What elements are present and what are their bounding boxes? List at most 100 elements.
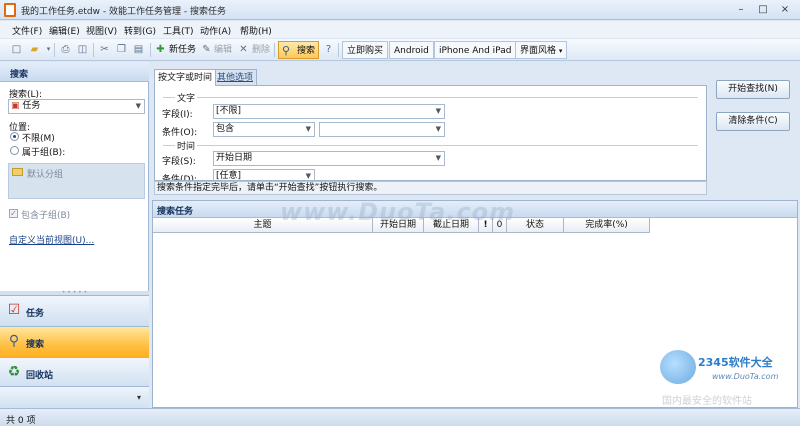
help-icon[interactable]: ? <box>322 43 335 56</box>
nav-search-button[interactable]: ⚲ 搜索 <box>0 326 149 357</box>
menu-goto[interactable]: 转到(G) <box>124 24 156 37</box>
new-task-icon: ✚ <box>156 44 165 55</box>
nav-search-label: 搜索 <box>26 340 45 350</box>
window-title: 我的工作任务.etdw - 效能工作任务管理 - 搜索任务 <box>21 7 226 17</box>
group-list-item[interactable]: 默认分组 <box>27 167 63 180</box>
search-results-panel: 搜索任务 主题 开始日期 截止日期 ! 0 状态 完成率(%) <box>152 200 798 408</box>
delete-button[interactable]: 删除 <box>252 41 270 59</box>
column-status[interactable]: 状态 <box>507 218 564 233</box>
nav-recycle-label: 回收站 <box>26 371 54 381</box>
maximize-icon[interactable]: □ <box>752 2 774 17</box>
close-icon[interactable]: × <box>774 2 796 17</box>
watermark-url: www.DuoTa.com <box>712 372 779 381</box>
title-bar: 我的工作任务.etdw - 效能工作任务管理 - 搜索任务 – □ × <box>0 0 800 20</box>
group-list[interactable]: 默认分组 <box>8 163 145 199</box>
chevron-down-icon: ▼ <box>435 125 441 133</box>
search-in-value: 任务 <box>22 101 41 111</box>
recycle-icon: ♻ <box>7 364 21 380</box>
chevron-down-icon: ▾ <box>136 393 141 402</box>
task-clipboard-icon: ☑ <box>7 302 21 318</box>
print-icon[interactable]: ⎙ <box>59 43 72 56</box>
minimize-icon[interactable]: – <box>730 2 752 17</box>
menu-file[interactable]: 文件(F) <box>12 24 42 37</box>
cut-icon[interactable]: ✂ <box>98 43 111 56</box>
search-in-select[interactable]: ▣ 任务 ▼ <box>8 99 145 114</box>
menu-help[interactable]: 帮助(H) <box>240 24 272 37</box>
ui-style-label: 界面风格 <box>520 46 557 56</box>
buy-now-button[interactable]: 立即购买 <box>342 41 389 59</box>
text-condition-label: 条件(O): <box>162 128 198 138</box>
search-button-label: 搜索 <box>297 46 316 56</box>
text-field-label: 字段(I): <box>162 110 193 120</box>
include-subgroups-checkbox[interactable]: ✓ <box>9 209 18 218</box>
radio-no-group[interactable] <box>10 132 19 141</box>
folder-icon <box>12 168 23 176</box>
section-divider <box>163 145 698 146</box>
left-panel: 搜索 搜索(L): ▣ 任务 ▼ 位置: 不限(M) 属于组(B): 默认分组 … <box>0 62 149 408</box>
search-button[interactable]: ⚲ 搜索 <box>278 41 320 59</box>
time-condition-value: [任意] <box>216 171 242 181</box>
new-task-button[interactable]: 新任务 <box>169 41 196 59</box>
menu-bar: 文件(F) 编辑(E) 视图(V) 转到(G) 工具(T) 动作(A) 帮助(H… <box>0 21 800 38</box>
edit-icon: ✎ <box>202 44 211 55</box>
menu-tools[interactable]: 工具(T) <box>163 24 194 37</box>
start-search-button[interactable]: 开始查找(N) <box>716 80 790 99</box>
edit-button[interactable]: 编辑 <box>214 41 232 59</box>
toolbar-separator <box>54 43 55 57</box>
left-panel-header: 搜索 <box>0 62 149 82</box>
toolbar-separator <box>150 43 151 57</box>
copy-icon[interactable]: ❐ <box>115 43 128 56</box>
menu-edit[interactable]: 编辑(E) <box>49 24 80 37</box>
toolbar-separator <box>274 43 275 57</box>
nav-tasks-label: 任务 <box>26 309 45 319</box>
watermark-duota: www.DuoTa.com <box>280 198 516 226</box>
menu-actions[interactable]: 动作(A) <box>200 24 231 37</box>
radio-in-group[interactable] <box>10 146 19 155</box>
chevron-down-icon: ▼ <box>435 107 441 115</box>
watermark-logo-icon <box>660 350 696 384</box>
radio-no-group-label: 不限(M) <box>22 134 55 144</box>
nav-tasks-button[interactable]: ☑ 任务 <box>0 295 149 326</box>
search-hint: 搜索条件指定完毕后，请单击“开始查找”按钮执行搜索。 <box>154 181 707 195</box>
text-condition-select[interactable]: 包含 ▼ <box>213 122 315 137</box>
text-field-select[interactable]: [不限] ▼ <box>213 104 445 119</box>
toolbar-separator <box>93 43 94 57</box>
nav-recycle-button[interactable]: ♻ 回收站 <box>0 357 149 388</box>
results-title: 搜索任务 <box>157 207 194 217</box>
app-icon <box>4 3 16 17</box>
left-panel-title: 搜索 <box>10 70 29 80</box>
item-count: 共 0 项 <box>6 416 36 426</box>
time-section-label: 时间 <box>175 139 198 152</box>
text-field-value: [不限] <box>216 106 242 116</box>
new-file-icon[interactable]: □ <box>10 43 23 56</box>
status-bar: 共 0 项 <box>0 408 800 426</box>
time-field-select[interactable]: 开始日期 ▼ <box>213 151 445 166</box>
menu-view[interactable]: 视图(V) <box>86 24 117 37</box>
paste-icon[interactable]: ▤ <box>132 43 145 56</box>
text-condition-input[interactable]: ▼ <box>319 122 445 137</box>
tab-text-or-time[interactable]: 按文字或时间 <box>154 69 217 86</box>
magnifier-icon: ⚲ <box>8 333 20 349</box>
android-button[interactable]: Android <box>389 41 434 59</box>
include-subgroups-label: 包含子组(B) <box>21 211 71 221</box>
print-preview-icon[interactable]: ◫ <box>76 43 89 56</box>
task-icon: ▣ <box>11 101 23 111</box>
column-completion[interactable]: 完成率(%) <box>564 218 650 233</box>
open-folder-icon[interactable]: ▰ <box>28 43 41 56</box>
time-field-value: 开始日期 <box>216 153 253 163</box>
nav-more-button[interactable]: ▾ <box>0 386 149 408</box>
watermark-slogan: 国内最安全的软件站 <box>662 396 752 407</box>
chevron-down-icon: ▼ <box>135 102 141 110</box>
search-icon: ⚲ <box>282 44 291 57</box>
clear-conditions-button[interactable]: 清除条件(C) <box>716 112 790 131</box>
tab-other-options[interactable]: 其他选项 <box>213 69 258 86</box>
customize-view-link[interactable]: 自定义当前视图(U)... <box>9 233 94 246</box>
watermark-brand: 2345软件大全 <box>698 356 773 369</box>
text-condition-value: 包含 <box>216 124 235 134</box>
time-condition-select[interactable]: [任意] ▼ <box>213 169 315 181</box>
chevron-down-icon: ▼ <box>305 172 311 180</box>
ui-style-button[interactable]: 界面风格 ▾ <box>515 41 568 59</box>
iphone-ipad-button[interactable]: iPhone And iPad <box>434 41 517 59</box>
time-condition-label: 条件(D): <box>162 175 197 181</box>
time-field-label: 字段(S): <box>162 157 196 167</box>
